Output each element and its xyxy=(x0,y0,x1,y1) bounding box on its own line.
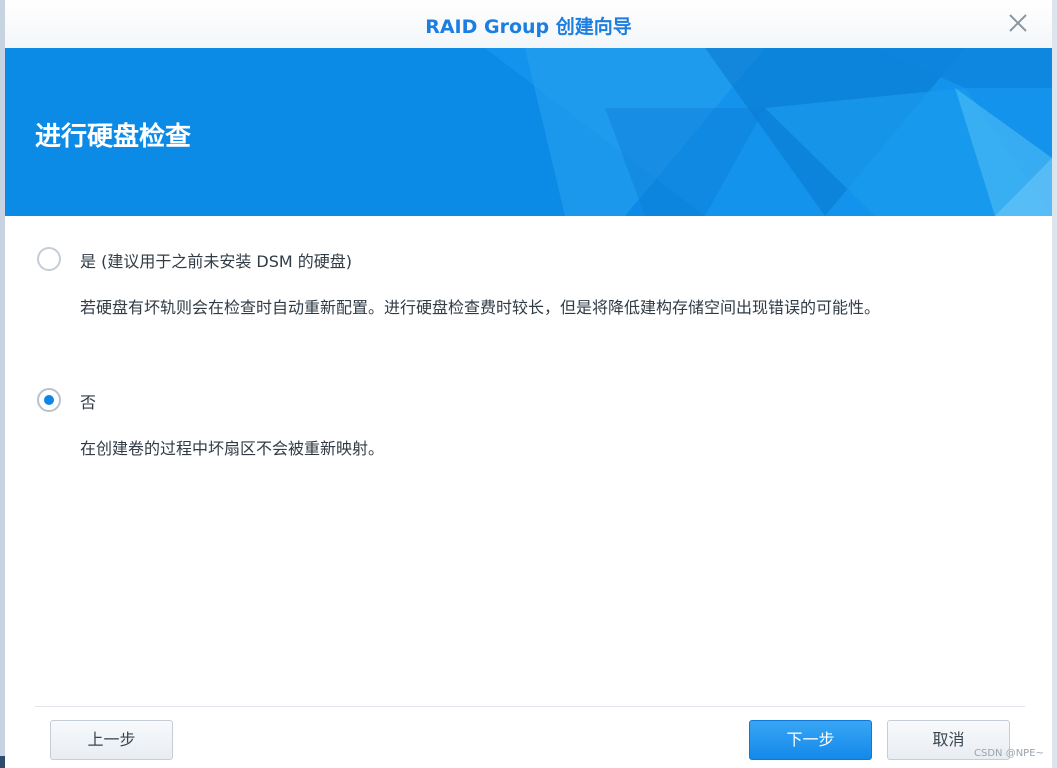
banner-title: 进行硬盘检查 xyxy=(35,122,192,152)
back-button[interactable]: 上一步 xyxy=(50,720,173,760)
dialog-titlebar: RAID Group 创建向导 xyxy=(5,0,1052,49)
radio-yes[interactable] xyxy=(37,247,61,271)
background-edge-right xyxy=(1052,0,1057,768)
option-no-label: 否 xyxy=(80,393,97,412)
dialog-title: RAID Group 创建向导 xyxy=(425,16,632,38)
close-button[interactable] xyxy=(1003,10,1033,38)
radio-selected-dot xyxy=(44,395,54,405)
option-yes-description: 若硬盘有坏轨则会在检查时自动重新配置。进行硬盘检查费时较长，但是将降低建构存储空… xyxy=(80,298,881,317)
radio-no[interactable] xyxy=(37,388,61,412)
footer-divider xyxy=(35,706,1025,707)
close-icon xyxy=(1009,14,1027,32)
raid-wizard-dialog: RAID Group 创建向导 进行硬盘检查 是 (建议用于之前未安装 DSM … xyxy=(5,0,1052,768)
option-yes-label: 是 (建议用于之前未安装 DSM 的硬盘) xyxy=(80,252,353,271)
step-banner: 进行硬盘检查 xyxy=(5,48,1052,216)
watermark-text: CSDN @NPE~ xyxy=(974,748,1044,759)
option-no-description: 在创建卷的过程中坏扇区不会被重新映射。 xyxy=(80,439,385,458)
next-button[interactable]: 下一步 xyxy=(749,720,872,760)
